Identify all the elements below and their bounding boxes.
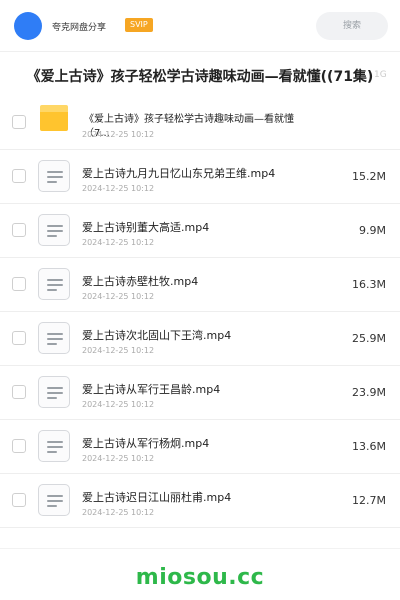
file-name: 爱上古诗从军行杨炯.mp4	[82, 437, 210, 450]
file-name: 爱上古诗迟日江山丽杜甫.mp4	[82, 491, 232, 504]
select-checkbox[interactable]	[12, 493, 26, 507]
list-item[interactable]: 爱上古诗从军行王昌龄.mp4 2024-12-25 10:12 23.9M	[0, 366, 400, 420]
list-item[interactable]: 爱上古诗迟日江山丽杜甫.mp4 2024-12-25 10:12 12.7M	[0, 474, 400, 528]
search-button[interactable]: 搜索	[316, 12, 388, 40]
video-file-icon	[38, 484, 70, 516]
file-date: 2024-12-25 10:12	[82, 130, 155, 139]
avatar[interactable]	[14, 12, 42, 40]
video-file-icon	[38, 376, 70, 408]
list-item[interactable]: 爱上古诗别董大高适.mp4 2024-12-25 10:12 9.9M	[0, 204, 400, 258]
file-name: 爱上古诗从军行王昌龄.mp4	[82, 383, 221, 396]
file-date: 2024-12-25 10:12	[82, 454, 155, 463]
header-bar: 夸克网盘分享 SVIP 搜索	[0, 0, 400, 52]
file-date: 2024-12-25 10:12	[82, 346, 155, 355]
folder-size: 1G	[374, 70, 387, 80]
select-checkbox[interactable]	[12, 331, 26, 345]
file-size: 15.2M	[352, 170, 386, 183]
folder-title: 《爱上古诗》孩子轻松学古诗趣味动画—看就懂((71集)	[26, 69, 374, 85]
file-list: 《爱上古诗》孩子轻松学古诗趣味动画—看就懂（7... 2024-12-25 10…	[0, 96, 400, 528]
video-file-icon	[38, 160, 70, 192]
list-item[interactable]: 爱上古诗从军行杨炯.mp4 2024-12-25 10:12 13.6M	[0, 420, 400, 474]
file-date: 2024-12-25 10:12	[82, 184, 155, 193]
file-name: 爱上古诗九月九日忆山东兄弟王维.mp4	[82, 167, 276, 180]
file-size: 23.9M	[352, 386, 386, 399]
file-size: 25.9M	[352, 332, 386, 345]
file-date: 2024-12-25 10:12	[82, 292, 155, 301]
list-item[interactable]: 《爱上古诗》孩子轻松学古诗趣味动画—看就懂（7... 2024-12-25 10…	[0, 96, 400, 150]
select-checkbox[interactable]	[12, 277, 26, 291]
file-date: 2024-12-25 10:12	[82, 400, 155, 409]
select-checkbox[interactable]	[12, 223, 26, 237]
video-file-icon	[38, 322, 70, 354]
video-file-icon	[38, 268, 70, 300]
select-checkbox[interactable]	[12, 385, 26, 399]
video-file-icon	[38, 430, 70, 462]
list-item[interactable]: 爱上古诗九月九日忆山东兄弟王维.mp4 2024-12-25 10:12 15.…	[0, 150, 400, 204]
file-size: 16.3M	[352, 278, 386, 291]
list-item[interactable]: 爱上古诗赤壁杜牧.mp4 2024-12-25 10:12 16.3M	[0, 258, 400, 312]
folder-icon	[40, 105, 68, 131]
file-name: 爱上古诗次北固山下王湾.mp4	[82, 329, 232, 342]
file-date: 2024-12-25 10:12	[82, 238, 155, 247]
file-date: 2024-12-25 10:12	[82, 508, 155, 517]
select-checkbox[interactable]	[12, 115, 26, 129]
video-file-icon	[38, 214, 70, 246]
file-size: 12.7M	[352, 494, 386, 507]
share-owner-name: 夸克网盘分享	[52, 23, 107, 33]
share-page: 夸克网盘分享 SVIP 搜索 《爱上古诗》孩子轻松学古诗趣味动画—看就懂((71…	[0, 0, 400, 600]
select-checkbox[interactable]	[12, 439, 26, 453]
svip-badge: SVIP	[125, 18, 153, 32]
file-size: 13.6M	[352, 440, 386, 453]
file-name: 爱上古诗别董大高适.mp4	[82, 221, 210, 234]
list-item[interactable]: 爱上古诗次北固山下王湾.mp4 2024-12-25 10:12 25.9M	[0, 312, 400, 366]
watermark: miosou.cc	[135, 565, 265, 590]
file-name: 爱上古诗赤壁杜牧.mp4	[82, 275, 199, 288]
select-checkbox[interactable]	[12, 169, 26, 183]
file-size: 9.9M	[359, 224, 386, 237]
